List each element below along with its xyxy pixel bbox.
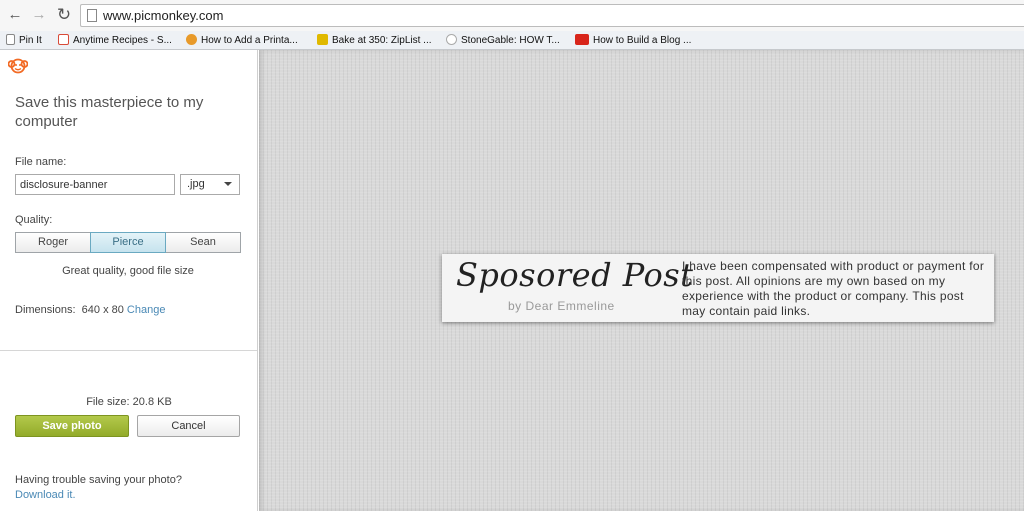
extension-select[interactable]: .jpg [180,174,240,195]
change-dimensions-link[interactable]: Change [127,304,166,316]
file-size-row: File size: 20.8 KB [0,396,258,408]
banner-title: Sposored Post [456,256,694,294]
bookmark-build-blog[interactable]: How to Build a Blog ... [575,33,691,48]
quality-option-sean[interactable]: Sean [165,232,241,253]
bookmark-pin-it[interactable]: Pin It [6,33,42,48]
bookmarks-bar: Pin It Anytime Recipes - S... How to Add… [0,31,1024,50]
address-url[interactable]: www.picmonkey.com [103,8,223,23]
globe-icon [446,34,457,45]
banner-disclosure-text: I have been compensated with product or … [682,259,985,318]
recipe-icon [58,34,69,45]
bookmark-bake-at-350[interactable]: Bake at 350: ZipList ... [317,33,432,48]
chevron-down-icon [224,182,232,186]
bookmark-anytime-recipes[interactable]: Anytime Recipes - S... [58,33,172,48]
file-name-label: File name: [15,156,67,168]
page-icon [87,9,97,22]
bird-icon [186,34,197,45]
folder-icon [317,34,328,45]
extension-value: .jpg [187,178,205,190]
bookmark-label: How to Add a Printa... [201,35,298,46]
divider [0,350,257,351]
dimensions-value: 640 x 80 [81,304,124,316]
bookmark-printable[interactable]: How to Add a Printa... [186,33,298,48]
browser-toolbar: ← → ↻ www.picmonkey.com [0,0,1024,31]
dimensions-label: Dimensions: [15,304,76,316]
quality-option-pierce[interactable]: Pierce [90,232,166,253]
banner-subtitle: by Dear Emmeline [508,299,615,313]
reload-icon[interactable]: ↻ [55,6,73,24]
youtube-icon [575,34,589,45]
bookmark-label: Pin It [19,35,42,46]
trouble-section: Having trouble saving your photo? Downlo… [15,473,182,503]
bookmark-label: Anytime Recipes - S... [73,35,172,46]
save-photo-button[interactable]: Save photo [15,415,129,437]
quality-description: Great quality, good file size [62,265,194,277]
page-icon [6,34,15,45]
dimensions-row: Dimensions: 640 x 80 Change [15,304,165,316]
back-arrow-icon[interactable]: ← [6,6,24,24]
monkey-logo-icon[interactable] [8,57,28,74]
bookmark-label: StoneGable: HOW T... [461,35,560,46]
forward-arrow-icon[interactable]: → [30,6,48,24]
trouble-text: Having trouble saving your photo? [15,474,182,486]
file-size-label: File size: [86,396,130,408]
bookmark-stonegable[interactable]: StoneGable: HOW T... [446,33,560,48]
quality-option-roger[interactable]: Roger [15,232,91,253]
disclosure-banner-image: Sposored Post by Dear Emmeline I have be… [442,254,994,322]
photo-canvas: Sposored Post by Dear Emmeline I have be… [259,50,1024,511]
address-bar[interactable]: www.picmonkey.com [80,4,1024,27]
quality-label: Quality: [15,214,53,226]
bookmark-label: Bake at 350: ZipList ... [332,35,432,46]
panel-title: Save this masterpiece to my computer [15,94,204,130]
download-link[interactable]: Download it. [15,488,182,503]
file-size-value: 20.8 KB [132,396,172,408]
bookmark-label: How to Build a Blog ... [593,35,692,46]
save-panel: Save this masterpiece to my computer Fil… [0,50,258,511]
file-name-input[interactable] [15,174,175,195]
quality-segmented-control: Roger Pierce Sean [15,232,241,253]
cancel-button[interactable]: Cancel [137,415,240,437]
